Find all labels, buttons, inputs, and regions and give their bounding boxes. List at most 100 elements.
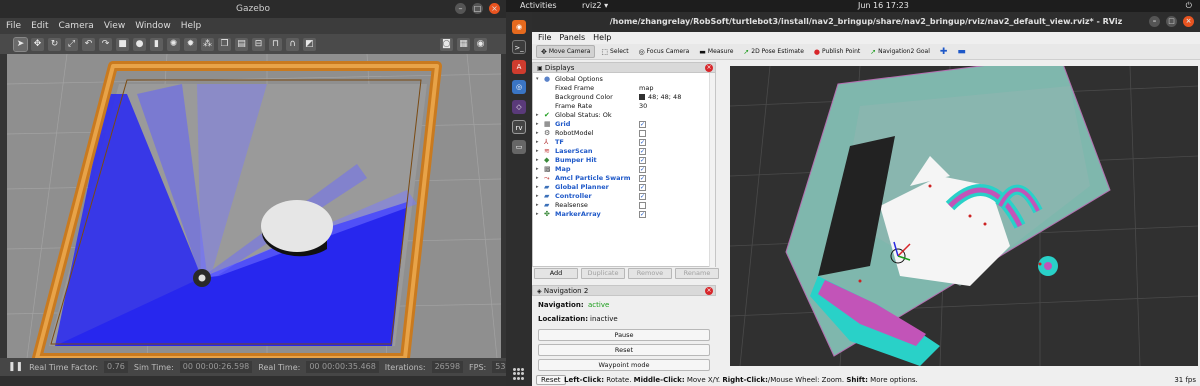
fixed-frame-value[interactable]: map bbox=[639, 84, 653, 93]
show-apps-icon[interactable] bbox=[513, 368, 525, 380]
tree-row-fixed-frame[interactable]: Fixed Frame map bbox=[533, 84, 715, 93]
menu-help[interactable]: Help bbox=[181, 18, 202, 34]
bg-color-value[interactable]: 48; 48; 48 bbox=[639, 93, 681, 102]
tree-row-amcl-particle-swarm[interactable]: ▸ ⤳ Amcl Particle Swarm ✓ bbox=[533, 174, 715, 183]
tree-row-markerarray[interactable]: ▸ ✤ MarkerArray ✓ bbox=[533, 210, 715, 219]
snap-icon[interactable]: ⊓ bbox=[269, 37, 282, 51]
close-icon[interactable]: × bbox=[489, 3, 500, 14]
reset-button[interactable]: Reset bbox=[538, 344, 710, 356]
clock[interactable]: Jun 16 17:23 bbox=[858, 0, 909, 12]
tree-row-background-color[interactable]: Background Color 48; 48; 48 bbox=[533, 93, 715, 102]
redo-icon[interactable]: ↷ bbox=[99, 37, 112, 51]
tree-row-global-options[interactable]: ▾ ● Global Options bbox=[533, 75, 715, 84]
align-icon[interactable]: ⊟ bbox=[252, 37, 265, 51]
minimize-icon[interactable]: – bbox=[455, 3, 466, 14]
menu-window[interactable]: Window bbox=[135, 18, 171, 34]
expand-icon[interactable]: ▸ bbox=[536, 156, 539, 165]
cylinder-icon[interactable]: ▮ bbox=[150, 37, 163, 51]
tree-row-tf[interactable]: ▸ ⅄ TF ✓ bbox=[533, 138, 715, 147]
reset-view-button[interactable]: Reset bbox=[536, 375, 566, 385]
screenshot-icon[interactable]: ◙ bbox=[440, 37, 453, 51]
copy-icon[interactable]: ❐ bbox=[218, 37, 231, 51]
robotmodel-checkbox[interactable] bbox=[639, 130, 646, 137]
firefox-icon[interactable]: ◉ bbox=[512, 20, 526, 34]
nav-goal-tool[interactable]: ➚ Navigation2 Goal bbox=[866, 45, 934, 58]
files-icon[interactable]: ▭ bbox=[512, 140, 526, 154]
measure-tool[interactable]: ▬ Measure bbox=[695, 45, 737, 58]
tree-row-global-planner[interactable]: ▸ ▰ Global Planner ✓ bbox=[533, 183, 715, 192]
expand-icon[interactable]: ▸ bbox=[536, 201, 539, 210]
map-checkbox[interactable]: ✓ bbox=[639, 166, 646, 173]
select-arrow-icon[interactable]: ➤ bbox=[13, 36, 28, 52]
menu-view[interactable]: View bbox=[104, 18, 125, 34]
remove-tool-button[interactable]: ▬ bbox=[953, 45, 970, 58]
global-planner-checkbox[interactable]: ✓ bbox=[639, 184, 646, 191]
close-panel-icon[interactable]: × bbox=[705, 287, 713, 295]
tf-checkbox[interactable]: ✓ bbox=[639, 139, 646, 146]
power-icon[interactable]: ⏻ bbox=[1186, 0, 1192, 12]
controller-checkbox[interactable]: ✓ bbox=[639, 193, 646, 200]
select-tool[interactable]: ⬚ Select bbox=[597, 45, 632, 58]
grid-checkbox[interactable]: ✓ bbox=[639, 121, 646, 128]
directional-light-icon[interactable]: ⁂ bbox=[201, 37, 214, 51]
realsense-checkbox[interactable] bbox=[639, 202, 646, 209]
tree-row-frame-rate[interactable]: Frame Rate 30 bbox=[533, 102, 715, 111]
expand-icon[interactable]: ▸ bbox=[536, 120, 539, 129]
close-icon[interactable]: × bbox=[1183, 16, 1194, 27]
expand-icon[interactable]: ▸ bbox=[536, 129, 539, 138]
duplicate-display-button[interactable]: Duplicate bbox=[581, 268, 625, 279]
chrome-icon[interactable]: ◎ bbox=[512, 80, 526, 94]
tree-row-robotmodel[interactable]: ▸ ⚙ RobotModel bbox=[533, 129, 715, 138]
tree-row-global-status[interactable]: ▸ ✔ Global Status: Ok bbox=[533, 111, 715, 120]
change-view-icon[interactable]: ◩ bbox=[303, 37, 316, 51]
box-icon[interactable]: ■ bbox=[116, 37, 129, 51]
frame-rate-value[interactable]: 30 bbox=[639, 102, 647, 111]
tree-row-laserscan[interactable]: ▸ ≋ LaserScan ✓ bbox=[533, 147, 715, 156]
expand-icon[interactable]: ▸ bbox=[536, 147, 539, 156]
tree-row-controller[interactable]: ▸ ▰ Controller ✓ bbox=[533, 192, 715, 201]
expand-icon[interactable]: ▸ bbox=[536, 174, 539, 183]
add-display-button[interactable]: Add bbox=[534, 268, 578, 279]
bumper-hit-checkbox[interactable]: ✓ bbox=[639, 157, 646, 164]
expand-icon[interactable]: ▸ bbox=[536, 192, 539, 201]
tree-row-bumper-hit[interactable]: ▸ ◆ Bumper Hit ✓ bbox=[533, 156, 715, 165]
menu-file[interactable]: File bbox=[6, 18, 21, 34]
displays-scrollbar[interactable] bbox=[709, 73, 715, 267]
close-panel-icon[interactable]: × bbox=[705, 64, 713, 72]
menu-edit[interactable]: Edit bbox=[31, 18, 48, 34]
left-panel-handle[interactable] bbox=[0, 54, 7, 358]
app-menu[interactable]: rviz2 ▾ bbox=[582, 0, 608, 12]
vscode-icon[interactable]: ◇ bbox=[512, 100, 526, 114]
expand-icon[interactable]: ▸ bbox=[536, 165, 539, 174]
add-tool-button[interactable]: ✚ bbox=[936, 45, 952, 58]
software-icon[interactable]: A bbox=[512, 60, 526, 74]
rviz-icon[interactable]: rv bbox=[512, 120, 526, 134]
pause-button[interactable]: Pause bbox=[538, 329, 710, 341]
point-light-icon[interactable]: ✺ bbox=[167, 37, 180, 51]
spot-light-icon[interactable]: ✹ bbox=[184, 37, 197, 51]
expand-icon[interactable]: ▸ bbox=[536, 210, 539, 219]
menu-help[interactable]: Help bbox=[593, 32, 611, 44]
rotate-icon[interactable]: ↻ bbox=[48, 37, 61, 51]
record-icon[interactable]: ◉ bbox=[474, 37, 487, 51]
maximize-icon[interactable]: □ bbox=[1166, 16, 1177, 27]
undo-icon[interactable]: ↶ bbox=[82, 37, 95, 51]
laserscan-checkbox[interactable]: ✓ bbox=[639, 148, 646, 155]
expand-icon[interactable]: ▸ bbox=[536, 138, 539, 147]
expand-icon[interactable]: ▸ bbox=[536, 183, 539, 192]
move-camera-tool[interactable]: ✥ Move Camera bbox=[536, 45, 596, 58]
rename-display-button[interactable]: Rename bbox=[675, 268, 719, 279]
paste-icon[interactable]: ▤ bbox=[235, 37, 248, 51]
terminal-icon[interactable]: >_ bbox=[512, 40, 526, 54]
translate-icon[interactable]: ✥ bbox=[31, 37, 44, 51]
publish-point-tool[interactable]: ● Publish Point bbox=[810, 45, 864, 58]
expand-icon[interactable]: ▸ bbox=[536, 111, 539, 120]
tree-row-grid[interactable]: ▸ ▦ Grid ✓ bbox=[533, 120, 715, 129]
rviz-3d-viewport[interactable] bbox=[730, 66, 1198, 366]
markerarray-checkbox[interactable]: ✓ bbox=[639, 211, 646, 218]
minimize-icon[interactable]: – bbox=[1149, 16, 1160, 27]
activities-button[interactable]: Activities bbox=[520, 0, 557, 12]
maximize-icon[interactable]: □ bbox=[472, 3, 483, 14]
expand-icon[interactable]: ▾ bbox=[536, 75, 539, 84]
menu-file[interactable]: File bbox=[538, 32, 551, 44]
